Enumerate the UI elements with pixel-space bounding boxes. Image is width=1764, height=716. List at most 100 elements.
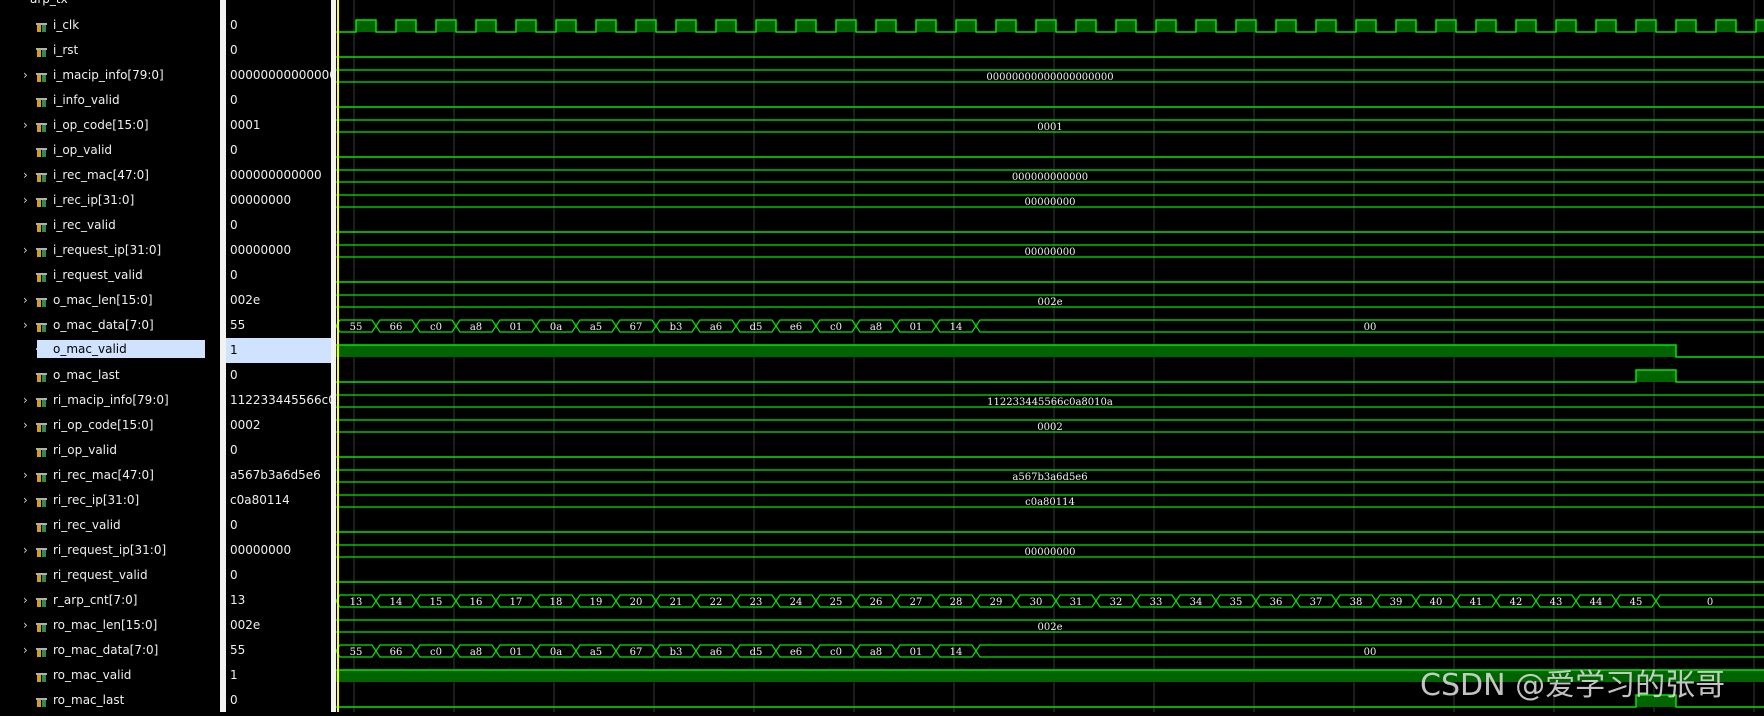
signal-row[interactable]: › ri_rec_mac[47:0] xyxy=(0,463,220,488)
signal-value-row[interactable]: 0 xyxy=(226,688,331,712)
signal-row[interactable]: o_mac_valid xyxy=(0,338,220,363)
expand-chevron-icon[interactable]: › xyxy=(23,469,33,481)
signal-row[interactable]: o_mac_last xyxy=(0,363,220,388)
signal-row[interactable]: › ri_macip_info[79:0] xyxy=(0,388,220,413)
signal-value-row[interactable]: 55 xyxy=(226,313,331,338)
bit-signal-icon xyxy=(36,219,47,232)
bus-value-label: 39 xyxy=(1390,597,1403,608)
bus-value-label: 002e xyxy=(1037,622,1062,633)
bus-value-label: 000000000000 xyxy=(1012,172,1088,183)
signal-value-row[interactable]: 0 xyxy=(226,263,331,288)
bus-value-label: 16 xyxy=(470,597,483,608)
signal-row[interactable]: ro_mac_valid xyxy=(0,663,220,688)
signal-name: r_arp_cnt[7:0] xyxy=(53,593,138,607)
expand-chevron-icon[interactable]: › xyxy=(23,619,33,631)
signal-row[interactable]: i_rec_valid xyxy=(0,213,220,238)
signal-row[interactable]: i_rst xyxy=(0,38,220,63)
signal-row[interactable]: › i_op_code[15:0] xyxy=(0,113,220,138)
signal-value-row[interactable]: 0 xyxy=(226,513,331,538)
signal-row[interactable]: ri_request_valid xyxy=(0,563,220,588)
expand-chevron-icon[interactable]: › xyxy=(23,194,33,206)
bus-value-label: 00000000 xyxy=(1025,247,1076,258)
expand-chevron-icon[interactable]: › xyxy=(23,394,33,406)
signal-value-row[interactable]: a567b3a6d5e6 xyxy=(226,463,331,488)
bus-value-label: 01 xyxy=(510,322,523,333)
signal-value-row[interactable]: 002e xyxy=(226,288,331,313)
signal-row[interactable]: i_request_valid xyxy=(0,263,220,288)
expand-chevron-icon[interactable]: › xyxy=(23,169,33,181)
signal-value-row[interactable]: 0 xyxy=(226,438,331,463)
signal-value-row[interactable]: 00000000 xyxy=(226,538,331,563)
scope-row[interactable]: arp_tx xyxy=(0,0,220,6)
signal-row[interactable]: ri_op_valid xyxy=(0,438,220,463)
signal-row[interactable]: i_op_valid xyxy=(0,138,220,163)
signal-value-row[interactable]: 00000000 xyxy=(226,238,331,263)
signal-row[interactable]: › ri_op_code[15:0] xyxy=(0,413,220,438)
expand-chevron-icon[interactable]: › xyxy=(23,419,33,431)
bus-signal-icon xyxy=(36,419,47,432)
signal-value-row[interactable]: 0 xyxy=(226,563,331,588)
signal-row[interactable]: › ro_mac_len[15:0] xyxy=(0,613,220,638)
bus-value-label: c0 xyxy=(430,647,442,658)
waveform-canvas[interactable]: 0000000000000000000000010000000000000000… xyxy=(335,0,1764,712)
bus-signal-icon xyxy=(36,494,47,507)
signal-value-row[interactable]: 0 xyxy=(226,138,331,163)
signal-row[interactable]: › ri_rec_ip[31:0] xyxy=(0,488,220,513)
signal-row[interactable]: ri_rec_valid xyxy=(0,513,220,538)
bus-value-label: a5 xyxy=(590,322,602,333)
signal-value: 0 xyxy=(230,268,238,282)
signal-row[interactable]: › i_rec_ip[31:0] xyxy=(0,188,220,213)
expand-chevron-icon[interactable]: › xyxy=(23,69,33,81)
signal-value-row[interactable]: 0 xyxy=(226,363,331,388)
signal-row[interactable]: › i_rec_mac[47:0] xyxy=(0,163,220,188)
signal-value-row[interactable]: 112233445566c0a xyxy=(226,388,331,413)
bus-value-label: 00 xyxy=(1364,647,1377,658)
signal-row[interactable]: › o_mac_len[15:0] xyxy=(0,288,220,313)
signal-value: 55 xyxy=(230,643,246,657)
bus-value-label: 43 xyxy=(1550,597,1563,608)
signal-row[interactable]: › i_macip_info[79:0] xyxy=(0,63,220,88)
signal-value-row[interactable]: 0 xyxy=(226,38,331,63)
signal-name: i_macip_info[79:0] xyxy=(53,68,164,82)
signal-name-panel: arp_tx i_clk i_rst › i_macip_info[79:0] i_in… xyxy=(0,0,220,712)
expand-chevron-icon[interactable]: › xyxy=(23,319,33,331)
signal-value-row[interactable]: 0002 xyxy=(226,413,331,438)
signal-row[interactable]: › ri_request_ip[31:0] xyxy=(0,538,220,563)
signal-value-row[interactable]: 00000000 xyxy=(226,188,331,213)
expand-chevron-icon[interactable]: › xyxy=(23,544,33,556)
signal-value-row[interactable]: 0 xyxy=(226,13,331,38)
signal-value-row[interactable]: 0000000000000000000 xyxy=(226,63,331,88)
expand-chevron-icon[interactable]: › xyxy=(23,294,33,306)
signal-row[interactable]: › o_mac_data[7:0] xyxy=(0,313,220,338)
signal-value-row[interactable]: 1 xyxy=(226,338,331,363)
signal-value: 0 xyxy=(230,368,238,382)
bit-signal-icon xyxy=(36,269,47,282)
signal-value-row[interactable]: c0a80114 xyxy=(226,488,331,513)
signal-value-row[interactable]: 000000000000 xyxy=(226,163,331,188)
signal-row[interactable]: i_clk xyxy=(0,13,220,38)
signal-row[interactable]: ro_mac_last xyxy=(0,688,220,713)
signal-value-row[interactable]: 0 xyxy=(226,88,331,113)
signal-name: ri_op_valid xyxy=(53,443,117,457)
waveform-panel[interactable]: 00000000000000000000 0001 000000000000 0000… xyxy=(335,0,1764,712)
signal-row[interactable]: › ro_mac_data[7:0] xyxy=(0,638,220,663)
signal-row[interactable]: i_info_valid xyxy=(0,88,220,113)
bus-value-label: 0 xyxy=(1707,597,1713,608)
signal-value-row[interactable]: 0001 xyxy=(226,113,331,138)
signal-value-row[interactable]: 55 xyxy=(226,638,331,663)
expand-chevron-icon[interactable]: › xyxy=(23,244,33,256)
expand-chevron-icon[interactable]: › xyxy=(23,644,33,656)
signal-value-row[interactable]: 002e xyxy=(226,613,331,638)
bus-value-label: 40 xyxy=(1430,597,1443,608)
signal-row[interactable]: › i_request_ip[31:0] xyxy=(0,238,220,263)
signal-value-row[interactable]: 1 xyxy=(226,663,331,688)
signal-value: 112233445566c0a xyxy=(230,393,331,407)
expand-chevron-icon[interactable]: › xyxy=(23,594,33,606)
signal-value-row[interactable]: 13 xyxy=(226,588,331,613)
bus-value-label: 01 xyxy=(910,322,923,333)
signal-value-row[interactable]: 0 xyxy=(226,213,331,238)
expand-chevron-icon[interactable]: › xyxy=(23,119,33,131)
bus-value-label: 36 xyxy=(1270,597,1283,608)
expand-chevron-icon[interactable]: › xyxy=(23,494,33,506)
signal-row[interactable]: › r_arp_cnt[7:0] xyxy=(0,588,220,613)
